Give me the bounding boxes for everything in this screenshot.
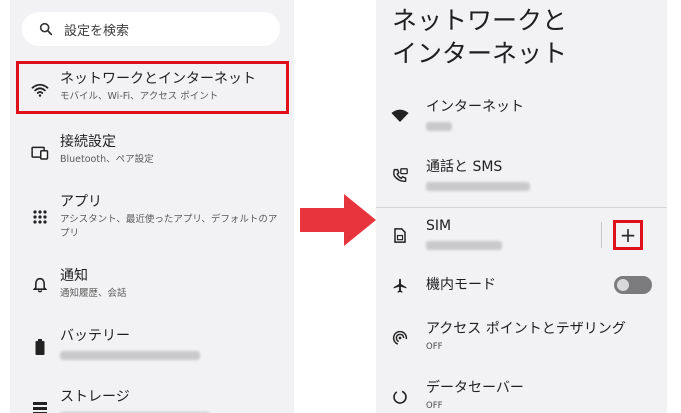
blurred-subtitle	[426, 122, 452, 131]
menu-item-hotspot-tethering[interactable]: アクセス ポイントとテザリング OFF	[376, 320, 667, 360]
menu-item-subtitle: OFF	[426, 342, 443, 352]
menu-item-title: バッテリー	[60, 328, 130, 344]
search-placeholder: 設定を検索	[64, 23, 130, 39]
settings-main-panel: 設定を検索 ネットワークとインターネット モバイル、Wi-Fi、アクセス ポイン…	[10, 0, 294, 413]
menu-item-apps[interactable]: アプリ アシスタント、最近使ったアプリ、デフォルトのアプリ	[10, 193, 294, 245]
menu-item-internet[interactable]: インターネット	[376, 98, 667, 142]
search-icon	[39, 22, 53, 36]
highlight-network-item	[16, 61, 289, 114]
menu-item-subtitle: OFF	[426, 401, 443, 411]
menu-item-connected-devices[interactable]: 接続設定 Bluetooth、ペア設定	[10, 133, 294, 177]
menu-item-battery[interactable]: バッテリー	[10, 327, 294, 371]
menu-item-title: 接続設定	[60, 134, 116, 150]
menu-item-data-saver[interactable]: データセーバー OFF	[376, 379, 667, 413]
hotspot-icon	[390, 328, 410, 348]
page-title: ネットワークと インターネット	[392, 4, 567, 70]
phone-message-icon	[390, 166, 410, 186]
blurred-subtitle	[426, 241, 502, 250]
wifi-filled-icon	[390, 106, 410, 126]
settings-search-bar[interactable]: 設定を検索	[22, 12, 280, 46]
menu-item-title: ストレージ	[60, 389, 130, 405]
menu-item-subtitle: 通知履歴、会話	[60, 288, 127, 299]
toggle-knob	[617, 279, 629, 291]
menu-item-calls-sms[interactable]: 通話と SMS	[376, 158, 667, 202]
network-internet-panel: ネットワークと インターネット インターネット 通話と SMS SIM + 機内…	[376, 0, 667, 413]
airplane-icon	[390, 276, 410, 296]
menu-item-title: データセーバー	[426, 380, 524, 396]
storage-icon	[30, 398, 50, 413]
menu-item-subtitle: Bluetooth、ペア設定	[60, 154, 154, 165]
bell-icon	[30, 275, 50, 295]
menu-item-subtitle: アシスタント、最近使ったアプリ、デフォルトのアプリ	[60, 214, 278, 239]
menu-item-notifications[interactable]: 通知 通知履歴、会話	[10, 267, 294, 311]
menu-item-title: アプリ	[60, 194, 102, 210]
battery-icon	[30, 337, 50, 357]
sim-card-icon	[390, 225, 410, 245]
page-title-line2: インターネット	[392, 39, 568, 68]
menu-item-title: 通知	[60, 268, 88, 284]
menu-item-title: 機内モード	[426, 277, 496, 293]
menu-item-storage[interactable]: ストレージ	[10, 388, 294, 413]
vertical-separator	[601, 222, 602, 248]
menu-item-title: 通話と SMS	[426, 159, 503, 175]
menu-item-title: SIM	[426, 218, 452, 234]
page-title-line1: ネットワークと	[392, 6, 568, 35]
airplane-mode-toggle[interactable]	[614, 276, 652, 294]
add-sim-button[interactable]: +	[613, 220, 643, 250]
blurred-subtitle	[60, 351, 200, 360]
section-divider	[376, 207, 667, 208]
data-saver-icon	[390, 387, 410, 407]
right-arrow-icon	[300, 194, 376, 246]
blurred-subtitle	[426, 182, 530, 191]
menu-item-title: インターネット	[426, 99, 524, 115]
devices-icon	[30, 143, 50, 163]
menu-item-title: アクセス ポイントとテザリング	[426, 321, 626, 337]
apps-grid-icon	[30, 207, 50, 227]
